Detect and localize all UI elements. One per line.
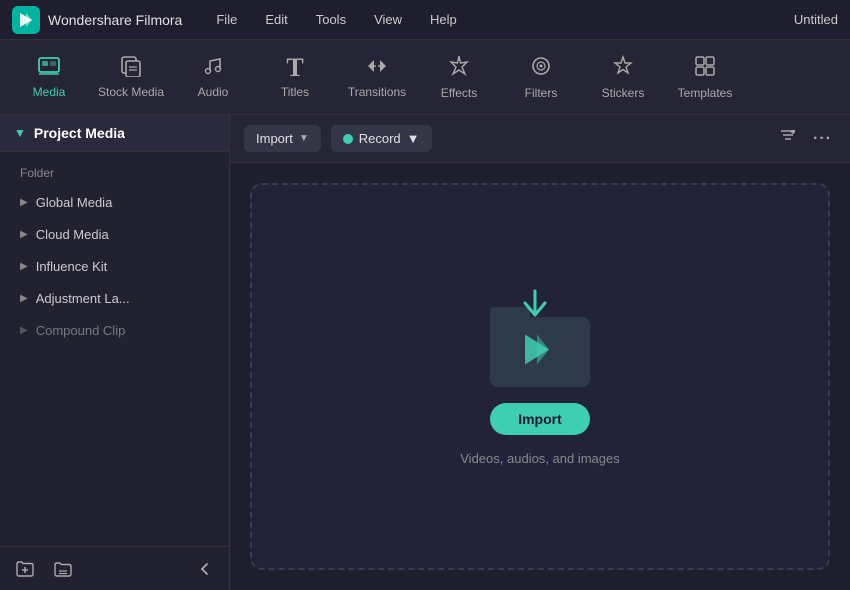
app-logo [12,6,40,34]
menubar: File Edit Tools View Help [212,10,794,29]
dropzone-illustration [480,287,600,387]
sidebar-collapse-button[interactable] [191,555,219,583]
drop-arrow-icon [517,287,553,332]
dropzone-description: Videos, audios, and images [460,451,619,466]
title-bar: Wondershare Filmora File Edit Tools View… [0,0,850,40]
stock-media-icon [119,55,143,81]
menu-edit[interactable]: Edit [261,10,291,29]
templates-icon [693,54,717,82]
toolbar-label-effects: Effects [441,86,477,100]
effects-icon [447,54,471,82]
filmora-folder-logo [521,331,559,369]
sidebar-item-label-global-media: Global Media [36,195,113,210]
toolbar: Media Stock Media Audio T Titles [0,40,850,115]
sidebar-header-title: Project Media [34,125,125,141]
more-options-button[interactable]: ··· [809,126,836,152]
toolbar-item-transitions[interactable]: Transitions [338,45,416,110]
audio-icon [202,55,224,81]
sidebar-item-label-cloud-media: Cloud Media [36,227,109,242]
content-toolbar: Import ▼ Record ▼ [230,115,850,163]
toolbar-label-templates: Templates [678,86,733,100]
toolbar-item-stock-media[interactable]: Stock Media [92,45,170,110]
sidebar-item-label-influence-kit: Influence Kit [36,259,108,274]
toolbar-item-stickers[interactable]: Stickers [584,45,662,110]
sidebar-item-arrow: ▶ [20,293,28,304]
sidebar-item-global-media[interactable]: ▶ Global Media [6,187,223,218]
toolbar-label-audio: Audio [198,85,229,99]
filters-icon [529,54,553,82]
sidebar-item-influence-kit[interactable]: ▶ Influence Kit [6,251,223,282]
filter-sort-button[interactable] [775,123,801,154]
dropzone: Import Videos, audios, and images [250,183,830,570]
record-dot-icon [343,134,353,144]
record-button[interactable]: Record ▼ [331,125,432,152]
window-title: Untitled [794,12,838,27]
content-area: Import ▼ Record ▼ [230,115,850,590]
import-label: Import [256,131,293,146]
add-folder-button[interactable] [10,554,40,584]
sidebar-header: ▼ Project Media [0,115,229,152]
sidebar-collapse-arrow: ▼ [14,126,26,140]
titles-icon: T [286,55,303,81]
menu-view[interactable]: View [370,10,406,29]
sidebar-items-list: Folder ▶ Global Media ▶ Cloud Media ▶ In… [0,152,229,546]
dropzone-import-label: Import [518,411,562,427]
toolbar-label-stock-media: Stock Media [98,85,164,99]
import-button[interactable]: Import ▼ [244,125,321,152]
app-name: Wondershare Filmora [48,12,182,28]
toolbar-label-media: Media [33,85,66,99]
toolbar-label-titles: Titles [281,85,309,99]
main-area: ▼ Project Media Folder ▶ Global Media ▶ … [0,115,850,590]
menu-help[interactable]: Help [426,10,461,29]
sidebar-item-label-adjustment-layer: Adjustment La... [36,291,130,306]
sidebar-item-compound-clip[interactable]: ▶ Compound Clip [6,315,223,346]
toolbar-item-audio[interactable]: Audio [174,45,252,110]
sidebar-item-label-compound-clip: Compound Clip [36,323,126,338]
record-chevron-icon: ▼ [407,131,420,146]
sidebar-item-arrow: ▶ [20,261,28,272]
sidebar-item-arrow: ▶ [20,229,28,240]
sidebar-item-adjustment-layer[interactable]: ▶ Adjustment La... [6,283,223,314]
menu-tools[interactable]: Tools [312,10,350,29]
media-icon [37,55,61,81]
sidebar-item-cloud-media[interactable]: ▶ Cloud Media [6,219,223,250]
import-chevron-icon: ▼ [299,133,309,144]
folder-button[interactable] [48,554,78,584]
toolbar-item-effects[interactable]: Effects [420,45,498,110]
record-label: Record [359,131,401,146]
sidebar: ▼ Project Media Folder ▶ Global Media ▶ … [0,115,230,590]
transitions-icon [364,55,390,81]
sidebar-item-arrow: ▶ [20,325,28,336]
toolbar-item-media[interactable]: Media [10,45,88,110]
sidebar-item-arrow: ▶ [20,197,28,208]
sidebar-footer [0,546,229,590]
more-options-icon: ··· [813,130,832,147]
toolbar-label-filters: Filters [525,86,558,100]
toolbar-label-transitions: Transitions [348,85,406,99]
toolbar-label-stickers: Stickers [602,86,645,100]
toolbar-item-filters[interactable]: Filters [502,45,580,110]
content-actions: ··· [775,123,836,154]
dropzone-import-button[interactable]: Import [490,403,590,435]
toolbar-item-titles[interactable]: T Titles [256,45,334,110]
toolbar-item-templates[interactable]: Templates [666,45,744,110]
stickers-icon [611,54,635,82]
menu-file[interactable]: File [212,10,241,29]
sidebar-folder-label: Folder [0,160,229,186]
